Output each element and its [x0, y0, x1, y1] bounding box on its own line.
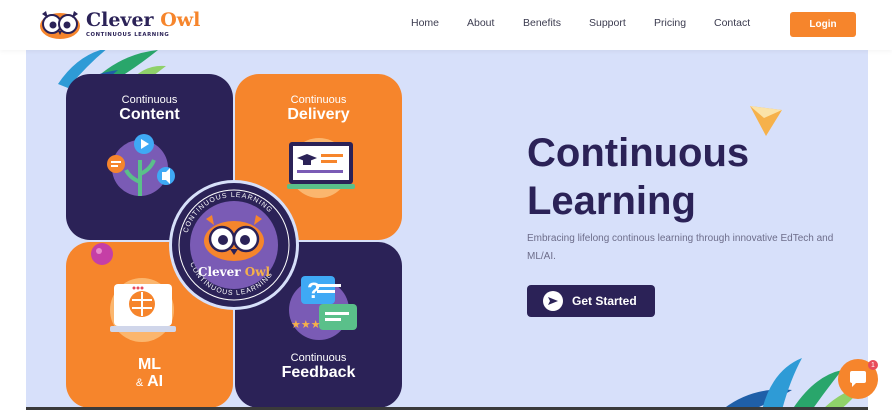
quadrant-small-label: Continuous: [121, 94, 178, 106]
quadrant-small-label: &: [135, 377, 144, 389]
nav-link-about[interactable]: About: [467, 17, 494, 29]
nav-link-pricing[interactable]: Pricing: [654, 17, 686, 29]
nav-link-home[interactable]: Home: [411, 17, 439, 29]
brand-name-part1: Clever: [86, 8, 154, 31]
badge-name-part2: Owl: [244, 265, 271, 279]
hero-description: Embracing lifelong continous learning th…: [527, 233, 834, 262]
owl-logo-icon: [40, 11, 80, 39]
brand-tagline: CONTINUOUS LEARNING: [86, 31, 170, 38]
hero-title-line1: Continuous: [527, 131, 750, 175]
pink-sphere-icon: [91, 243, 113, 265]
hero-title-line2: Learning: [527, 179, 696, 223]
svg-text:★★★: ★★★: [291, 318, 321, 331]
feedback-chat-icon: ? ★★★: [289, 276, 357, 340]
hero-section: Continuous Content Continuous Delivery M…: [26, 50, 868, 408]
login-button[interactable]: Login: [790, 12, 856, 37]
nav-link-benefits[interactable]: Benefits: [523, 17, 561, 29]
send-icon: [543, 291, 563, 311]
quadrant-big-label-2: AI: [147, 373, 164, 390]
chat-notification-badge: 1: [868, 360, 878, 370]
clever-owl-badge: CONTINUOUS LEARNING CONTINUOUS LEARNING …: [172, 183, 296, 307]
get-started-button[interactable]: Get Started: [527, 285, 655, 317]
get-started-label: Get Started: [572, 294, 637, 308]
quadrant-big-label: Content: [119, 106, 180, 123]
badge-name-part1: Clever: [197, 265, 241, 279]
quadrant-big-label: Feedback: [281, 364, 356, 381]
page-margin-left: [0, 50, 26, 412]
hero-bottom-border: [26, 407, 868, 410]
content-media-icon: [107, 134, 175, 196]
quadrant-big-label: ML: [137, 356, 162, 373]
top-navbar: Clever Owl CONTINUOUS LEARNING Home Abou…: [0, 0, 892, 50]
brand-name-part2: Owl: [160, 8, 201, 31]
chat-bubble-icon: [850, 371, 866, 387]
nav-link-support[interactable]: Support: [589, 17, 626, 29]
owl-face-icon: [204, 215, 264, 261]
page-margin-right: [868, 50, 892, 412]
brand-logo[interactable]: Clever Owl CONTINUOUS LEARNING: [38, 8, 200, 40]
quadrant-big-label: Delivery: [287, 106, 350, 123]
quadrant-small-label: Continuous: [290, 352, 347, 364]
paper-plane-icon: [750, 106, 782, 136]
quadrant-small-label: Continuous: [290, 94, 347, 106]
nav-link-contact[interactable]: Contact: [714, 17, 750, 29]
